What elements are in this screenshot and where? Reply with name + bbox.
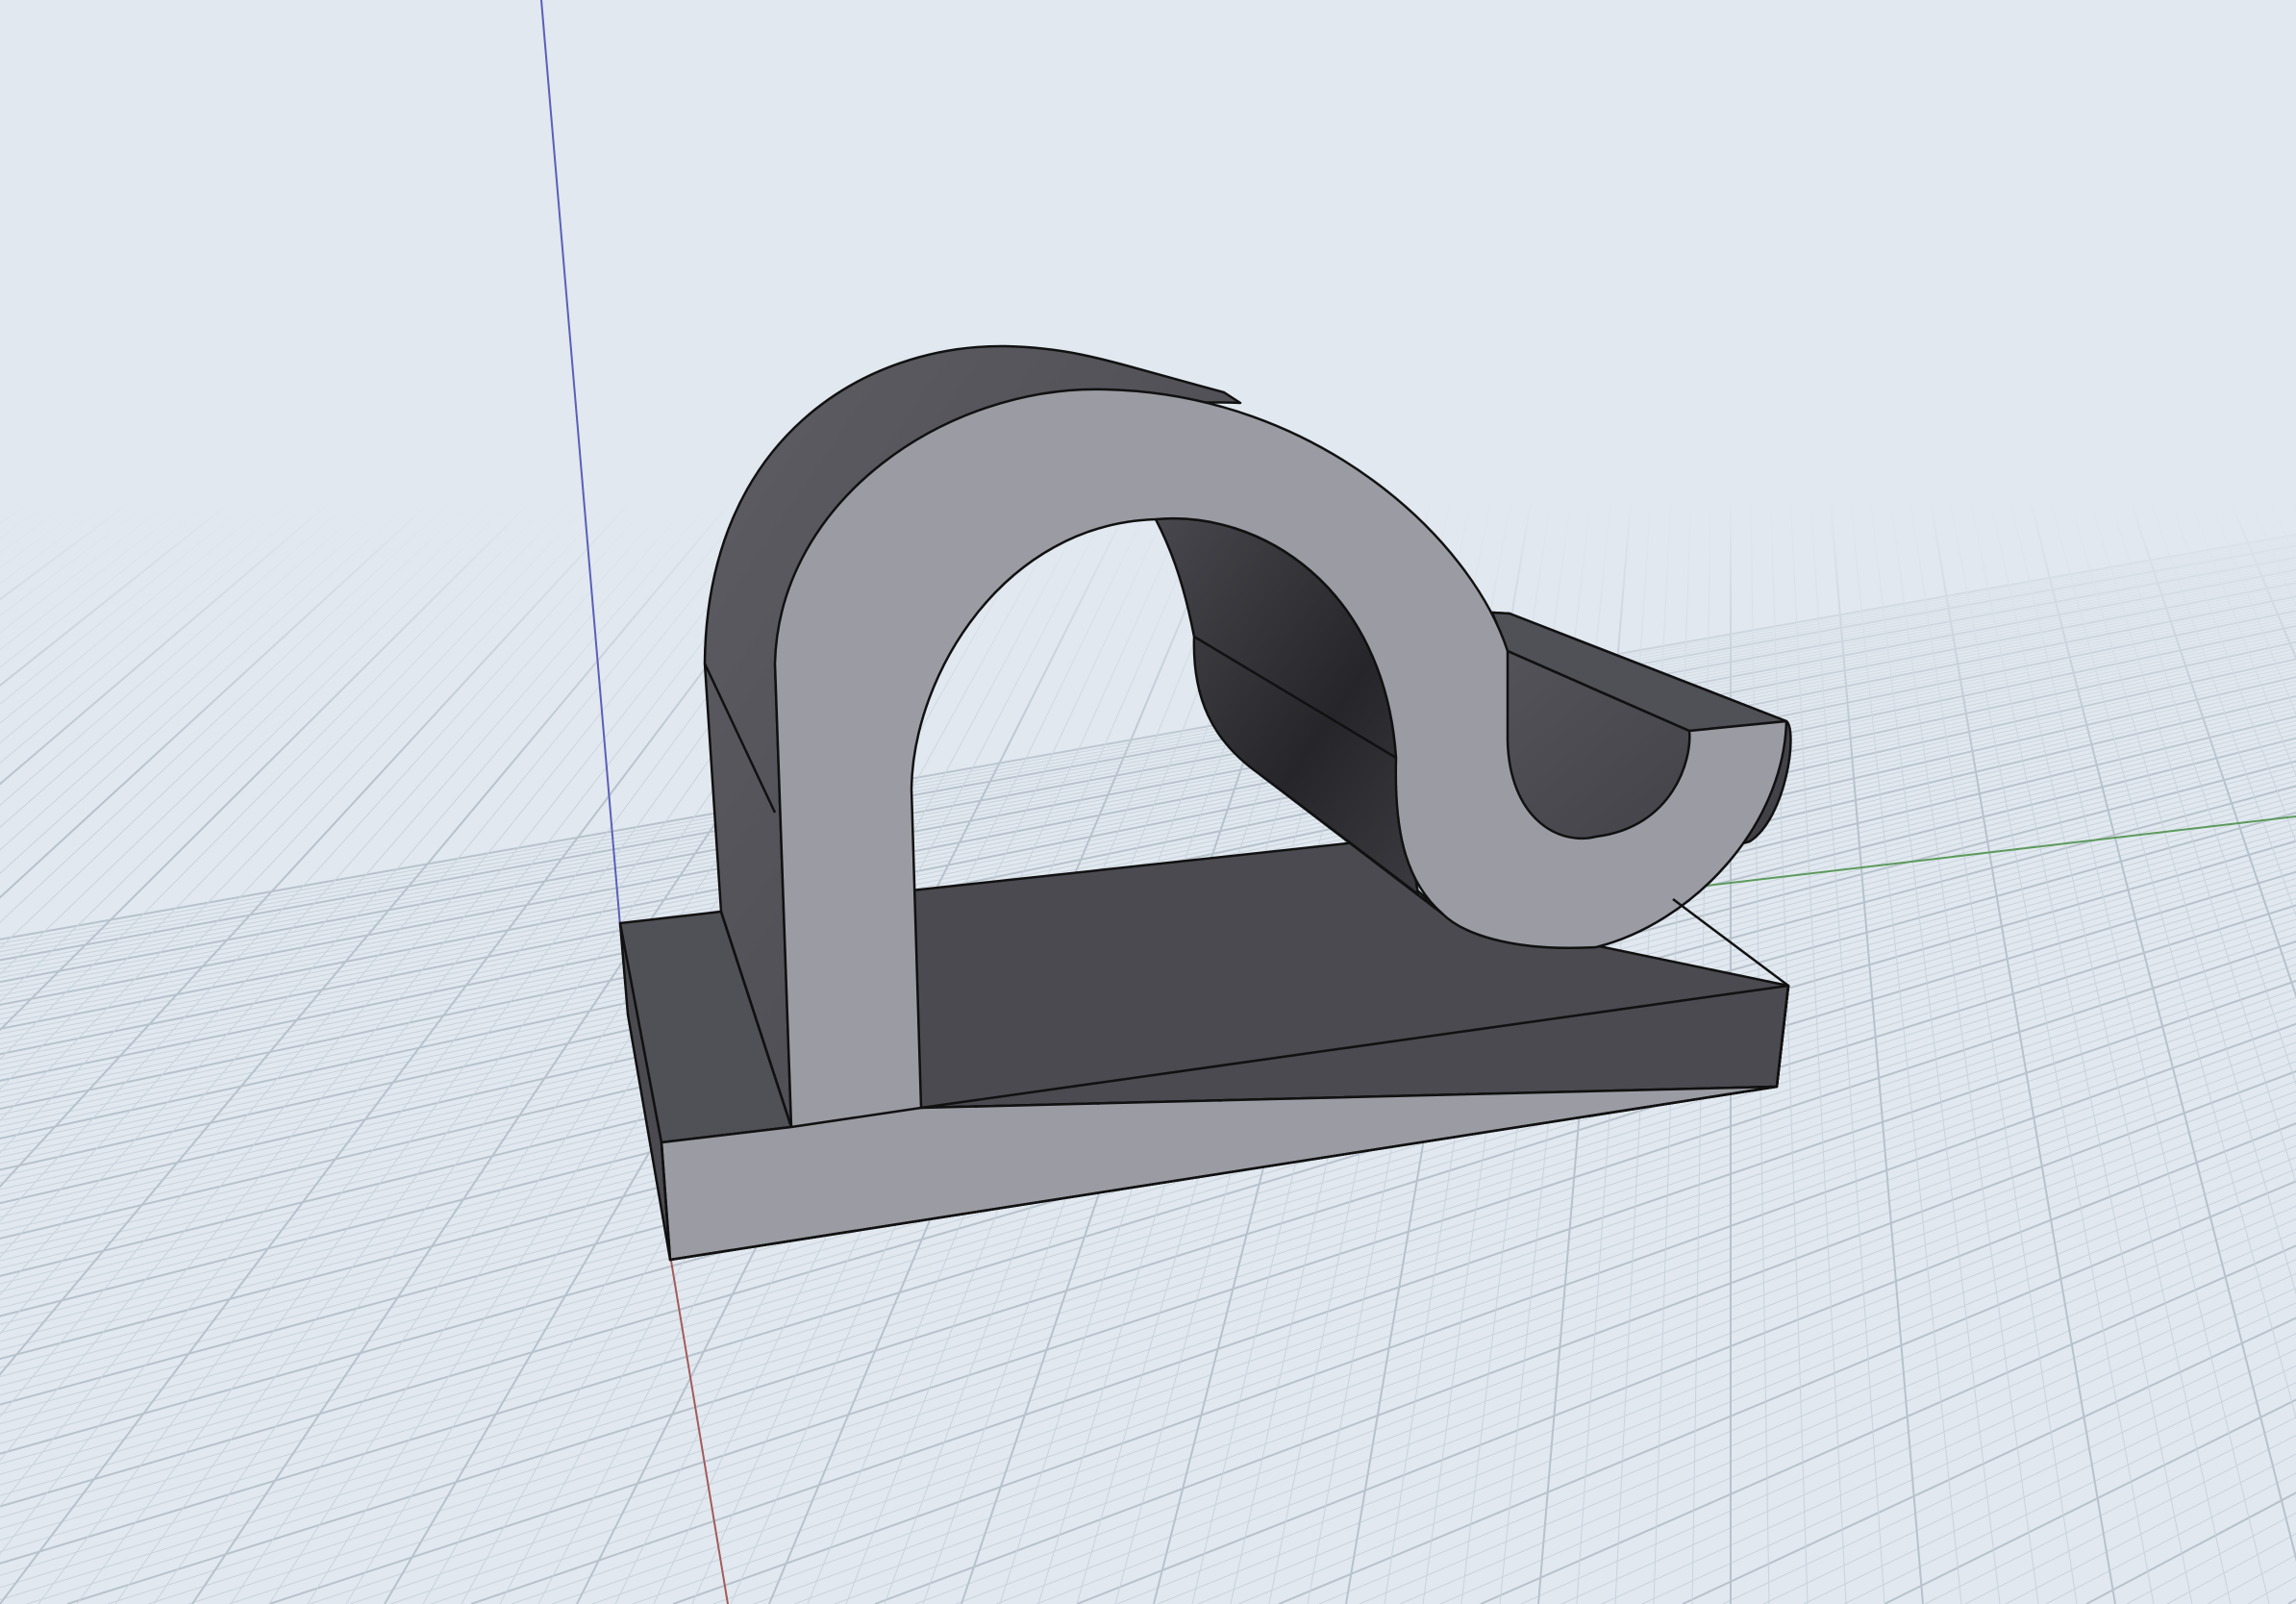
y-axis-line [1706,815,2296,887]
3d-viewport[interactable] [0,0,2296,1604]
ground-grid [0,0,2296,1604]
horizon-fade [0,500,2296,789]
